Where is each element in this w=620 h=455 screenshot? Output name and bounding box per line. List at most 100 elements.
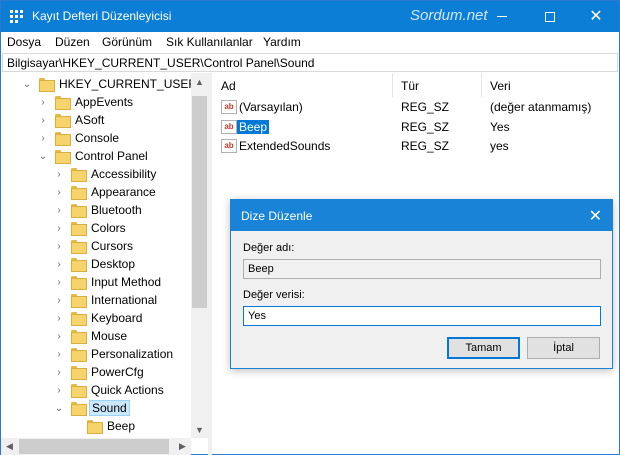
title-bar[interactable]: Kayıt Defteri Düzenleyicisi Sordum.net ✕ [1,1,619,32]
chevron-right-icon[interactable]: › [37,114,49,126]
chevron-right-icon[interactable]: › [53,276,65,288]
folder-icon [71,384,87,398]
tree-item-hkcu[interactable]: ⌄ HKEY_CURRENT_USER [21,75,199,93]
tree-item-accessibility[interactable]: › Accessibility [53,165,158,183]
folder-icon [71,312,87,326]
scroll-down-icon[interactable]: ▼ [191,421,208,438]
tree-item-asoft[interactable]: › ASoft [37,111,106,129]
menu-gorunum[interactable]: Görünüm [102,35,152,49]
close-icon: ✕ [589,7,603,25]
regedit-app-icon [10,10,24,23]
chevron-right-icon[interactable]: › [53,240,65,252]
tree-item-colors[interactable]: › Colors [53,219,128,237]
scroll-up-icon[interactable]: ▲ [191,73,208,90]
value-name-label: Değer adı: [243,242,295,254]
tree-item-personalization[interactable]: › Personalization [53,345,175,363]
value-data: Yes [490,120,510,134]
menu-dosya[interactable]: Dosya [7,35,41,49]
chevron-right-icon[interactable]: › [37,96,49,108]
tree-item-console[interactable]: › Console [37,129,121,147]
value-type: REG_SZ [401,120,450,134]
tree-item-label: Colors [91,221,126,235]
menu-duzen[interactable]: Düzen [55,35,90,49]
value-data: (değer atanmamış) [490,100,592,114]
value-name-field: Beep [243,259,601,279]
dialog-title-bar[interactable]: Dize Düzenle ✕ [231,200,612,231]
tree-horizontal-scrollbar[interactable]: ◀ ▶ [1,438,191,455]
tree-scroll-thumb[interactable] [192,96,207,308]
tree-item-label: Sound [89,400,130,416]
chevron-right-icon[interactable]: › [53,186,65,198]
tree-item-label: AppEvents [75,95,134,109]
tree-item-label: Appearance [91,185,156,199]
tree-item-sound[interactable]: ⌄ Sound [53,399,130,417]
chevron-right-icon[interactable]: › [53,366,65,378]
string-value-icon: ab [221,139,237,153]
regedit-window: Kayıt Defteri Düzenleyicisi Sordum.net ✕… [0,0,620,455]
watermark-text: Sordum.net [410,7,488,24]
tree-item-input-method[interactable]: › Input Method [53,273,163,291]
tree-vertical-scrollbar[interactable]: ▲ ▼ [191,73,208,438]
column-header-name[interactable]: Ad [213,73,393,97]
tree-item-label: Bluetooth [91,203,142,217]
value-row[interactable]: ab Beep REG_SZ Yes [213,118,619,137]
chevron-right-icon[interactable]: › [53,204,65,216]
column-header-data[interactable]: Veri [482,73,619,97]
ok-button[interactable]: Tamam [447,337,520,359]
tree-item-control-panel[interactable]: ⌄ Control Panel [37,147,150,165]
tree-item-powercfg[interactable]: › PowerCfg [53,363,146,381]
cancel-button[interactable]: İptal [527,337,600,359]
tree-item-international[interactable]: › International [53,291,159,309]
chevron-down-icon[interactable]: ⌄ [53,402,65,414]
folder-icon [87,420,103,434]
tree-item-quick-actions[interactable]: › Quick Actions [53,381,166,399]
tree-item-label: Mouse [91,329,128,343]
tree-item-keyboard[interactable]: › Keyboard [53,309,144,327]
scroll-right-icon[interactable]: ▶ [174,438,191,455]
tree-item-label: Console [75,131,120,145]
key-tree: ⌄ HKEY_CURRENT_USER › AppEvents › ASoft … [1,73,211,454]
value-type: REG_SZ [401,100,450,114]
tree-item-desktop[interactable]: › Desktop [53,255,137,273]
tree-item-label: HKEY_CURRENT_USER [59,77,198,91]
close-button[interactable]: ✕ [573,1,619,32]
value-data-input[interactable] [243,306,601,326]
chevron-right-icon[interactable]: › [37,132,49,144]
chevron-right-icon[interactable]: › [53,168,65,180]
maximize-button[interactable] [527,1,573,32]
tree-item-appearance[interactable]: › Appearance [53,183,158,201]
folder-icon [71,366,87,380]
folder-icon [71,294,87,308]
tree-item-mouse[interactable]: › Mouse [53,327,129,345]
chevron-right-icon[interactable]: › [53,258,65,270]
address-bar[interactable]: Bilgisayar\HKEY_CURRENT_USER\Control Pan… [2,53,618,72]
chevron-right-icon[interactable]: › [53,348,65,360]
pane-splitter[interactable] [208,73,212,455]
menu-yardim[interactable]: Yardım [263,35,301,49]
chevron-right-icon[interactable]: › [53,222,65,234]
column-header-type[interactable]: Tür [393,73,482,97]
tree-item-beep[interactable]: Beep [69,417,137,435]
chevron-down-icon[interactable]: ⌄ [37,150,49,162]
value-row[interactable]: ab (Varsayılan) REG_SZ (değer atanmamış) [213,98,619,117]
tree-hscroll-thumb[interactable] [19,439,169,454]
chevron-right-icon[interactable]: › [53,330,65,342]
window-title: Kayıt Defteri Düzenleyicisi [32,9,172,23]
folder-icon [71,402,87,416]
chevron-right-icon[interactable]: › [53,384,65,396]
dialog-close-icon[interactable]: ✕ [589,206,602,226]
chevron-right-icon[interactable]: › [53,312,65,324]
tree-item-label: Input Method [91,275,162,289]
chevron-right-icon[interactable]: › [53,294,65,306]
value-name: Beep [237,120,270,134]
tree-item-cursors[interactable]: › Cursors [53,237,135,255]
chevron-down-icon[interactable]: ⌄ [21,78,33,90]
value-row[interactable]: ab ExtendedSounds REG_SZ yes [213,137,619,156]
folder-icon [71,168,87,182]
minimize-button[interactable] [479,1,525,32]
scroll-left-icon[interactable]: ◀ [1,438,18,455]
tree-item-bluetooth[interactable]: › Bluetooth [53,201,144,219]
tree-item-appevents[interactable]: › AppEvents [37,93,135,111]
menu-sik-kullanilanlar[interactable]: Sık Kullanılanlar [166,35,253,49]
